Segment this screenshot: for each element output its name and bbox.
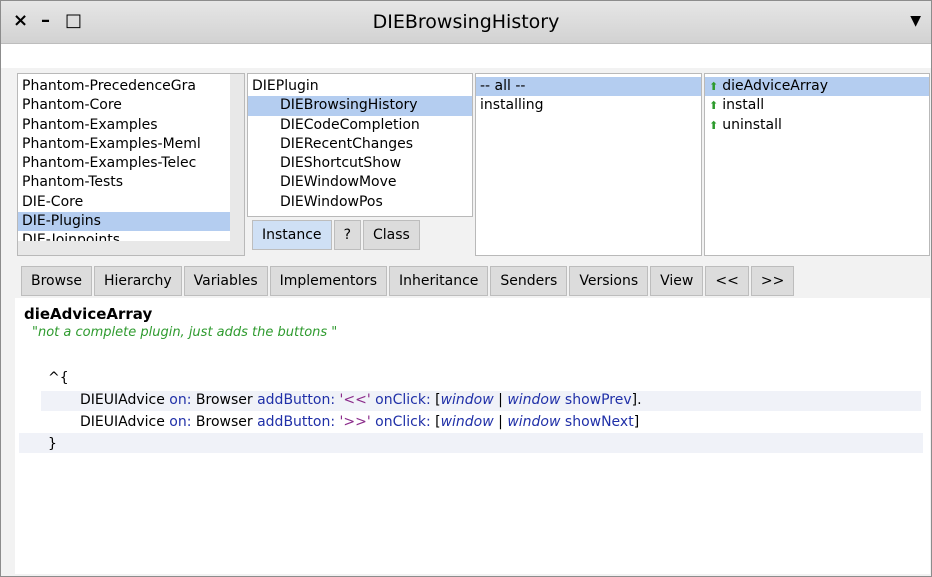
toolbar-button[interactable]: View (650, 266, 704, 296)
package-horizontal-scrollbar[interactable] (18, 241, 244, 255)
package-item[interactable]: Phantom-Core (18, 96, 244, 115)
browser-toolbar: Browse Hierarchy Variables Implementors Inhe… (21, 266, 795, 296)
package-item-label: DIE-Plugins (22, 213, 101, 230)
class-item[interactable]: DIEWindowMove (248, 173, 472, 192)
class-item-label: DIEPlugin (252, 78, 319, 94)
class-item[interactable]: DIEPlugin (248, 77, 472, 96)
window-title: DIEBrowsingHistory (372, 11, 560, 33)
method-item[interactable]: ⬆ uninstall (705, 116, 929, 135)
method-comment: "not a complete plugin, just adds the bu… (32, 325, 338, 340)
green-up-arrow-icon: ⬆ (709, 118, 719, 132)
class-item[interactable]: DIEBrowsingHistory (248, 96, 472, 116)
package-item-label: Phantom-PrecedenceGra (22, 78, 196, 94)
package-item-label: Phantom-Tests (22, 174, 124, 191)
package-item[interactable]: DIE-Plugins (18, 212, 244, 232)
package-item-label: Phantom-Examples-Meml (22, 135, 201, 152)
method-item-label: install (722, 97, 765, 114)
class-item-label: DIEWindowMove (280, 174, 397, 191)
search-strip[interactable] (1, 44, 931, 68)
toolbar-button[interactable]: Versions (569, 266, 649, 296)
toolbar-button[interactable]: >> (750, 266, 795, 296)
class-item[interactable]: DIEWindowPos (248, 193, 472, 212)
return-brace-open: ^{ (48, 370, 69, 386)
method-item-label: uninstall (722, 116, 782, 133)
class-item-label: DIECodeCompletion (280, 116, 420, 133)
package-item[interactable]: Phantom-Examples-Telec (18, 154, 244, 173)
class-item-label: DIEWindowPos (280, 193, 383, 210)
package-item[interactable]: Phantom-PrecedenceGra (18, 77, 244, 96)
instance-side-button[interactable]: Instance (252, 220, 332, 250)
package-item[interactable]: Phantom-Tests (18, 173, 244, 192)
toolbar-button[interactable]: Hierarchy (93, 266, 182, 296)
toolbar-button[interactable]: << (705, 266, 749, 296)
protocol-list[interactable]: -- all -- installing (475, 73, 702, 256)
package-item-label: Phantom-Core (22, 97, 122, 114)
class-item-label: DIEBrowsingHistory (280, 97, 418, 114)
package-list[interactable]: Phantom-PrecedenceGra Phantom-Core Phantom… (17, 73, 245, 256)
package-item-label: DIE-Core (22, 193, 84, 210)
protocol-item[interactable]: installing (476, 96, 701, 115)
help-button[interactable]: ? (333, 220, 361, 250)
class-side-button[interactable]: Class (363, 220, 420, 250)
method-item[interactable]: ⬆ dieAdviceArray (705, 77, 929, 97)
class-item[interactable]: DIERecentChanges (248, 135, 472, 154)
package-item[interactable]: Phantom-Examples (18, 116, 244, 135)
toolbar-button[interactable]: Implementors (269, 266, 388, 296)
method-source[interactable]: dieAdviceArray "not a complete plugin, j… (10, 305, 922, 573)
package-item[interactable]: Phantom-Examples-Meml (18, 135, 244, 154)
toolbar-button[interactable]: Browse (21, 266, 92, 296)
class-side-buttons: Instance ? Class (252, 220, 420, 250)
class-item-label: DIEShortcutShow (280, 155, 402, 172)
title-bar[interactable]: × – □ DIEBrowsingHistory ▼ (1, 1, 931, 44)
package-item-label: Phantom-Examples-Telec (22, 155, 197, 172)
window-menu-icon[interactable]: ▼ (910, 13, 921, 29)
class-item[interactable]: DIEShortcutShow (248, 154, 472, 173)
package-item[interactable]: DIE-Core (18, 193, 244, 212)
browser-window: × – □ DIEBrowsingHistory ▼ Phantom-Prece… (0, 0, 932, 577)
package-item-label: Phantom-Examples (22, 116, 158, 133)
protocol-item-label: installing (480, 97, 544, 114)
method-selector: dieAdviceArray (24, 305, 153, 323)
method-item[interactable]: ⬆ install (705, 96, 929, 115)
class-item[interactable]: DIECodeCompletion (248, 116, 472, 135)
class-list[interactable]: DIEPlugin DIEBrowsingHistory DIECodeComple… (247, 73, 473, 217)
return-brace-close: } (48, 436, 57, 452)
method-item-label: dieAdviceArray (722, 78, 829, 94)
green-up-arrow-icon: ⬆ (709, 80, 719, 93)
class-item-label: DIERecentChanges (280, 135, 414, 152)
green-up-arrow-icon: ⬆ (709, 99, 719, 113)
toolbar-button[interactable]: Inheritance (389, 266, 489, 296)
package-vertical-scrollbar[interactable] (230, 74, 244, 255)
code-line-1: DIEUIAdvice on: Browser addButton: '<<' … (80, 392, 642, 408)
protocol-item[interactable]: -- all -- (476, 77, 701, 97)
toolbar-button[interactable]: Senders (490, 266, 568, 296)
toolbar-button[interactable]: Variables (183, 266, 268, 296)
method-list[interactable]: ⬆ dieAdviceArray ⬆ install ⬆ uninstall (704, 73, 930, 256)
code-line-2: DIEUIAdvice on: Browser addButton: '>>' … (80, 414, 640, 430)
protocol-item-label: -- all -- (480, 78, 526, 94)
